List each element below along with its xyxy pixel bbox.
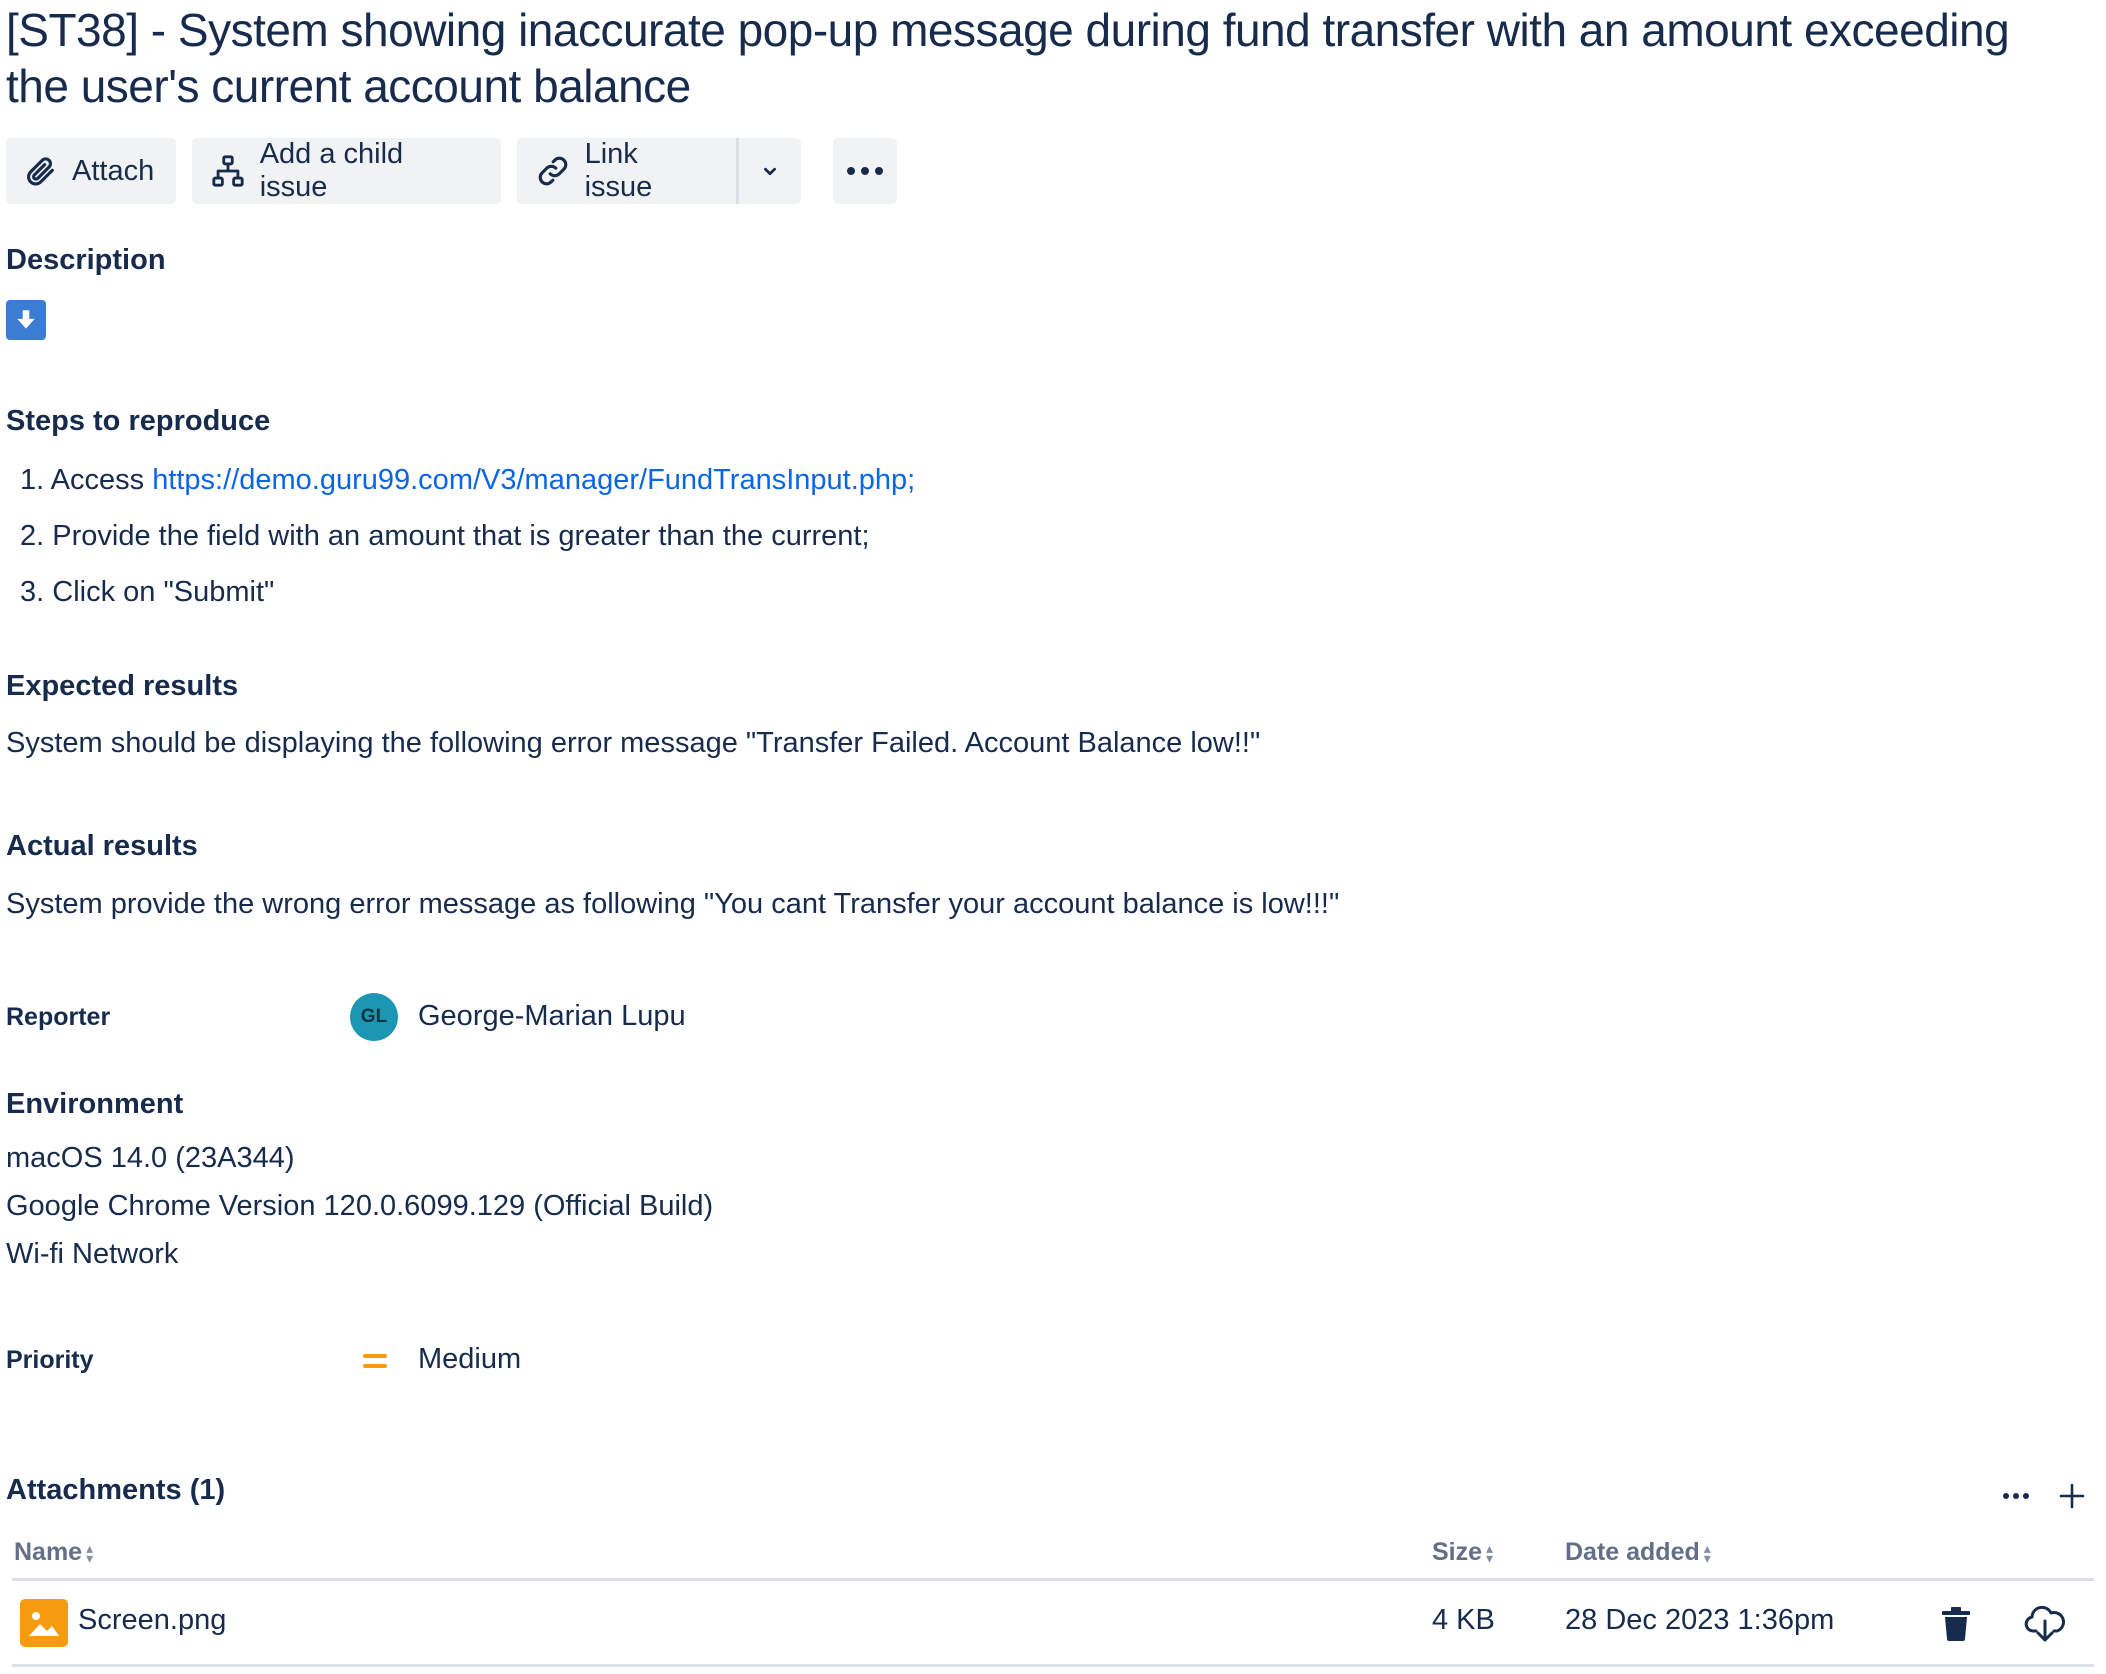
column-header-name[interactable]: Name ▴ ▾ (14, 1538, 93, 1567)
attachment-file-size: 4 KB (1432, 1604, 1495, 1636)
environment-heading: Environment (6, 1088, 184, 1120)
hierarchy-icon (210, 153, 246, 189)
image-file-icon[interactable] (20, 1599, 68, 1647)
priority-value[interactable]: Medium (418, 1343, 521, 1376)
actual-results-heading: Actual results (6, 830, 198, 862)
more-actions-button[interactable] (833, 138, 897, 204)
cloud-download-icon (2024, 1605, 2065, 1642)
sort-icon: ▴ ▾ (1703, 1539, 1711, 1566)
list-item: 1. Access https://demo.guru99.com/V3/man… (20, 464, 916, 496)
fund-transfer-link[interactable]: https://demo.guru99.com/V3/manager/FundT… (152, 464, 915, 496)
attach-button[interactable]: Attach (6, 138, 176, 204)
environment-line: Wi-fi Network (6, 1238, 179, 1270)
more-horizontal-icon (2003, 1493, 2029, 1499)
paperclip-icon (24, 153, 58, 189)
attachment-date-added: 28 Dec 2023 1:36pm (1565, 1604, 1835, 1636)
reporter-name[interactable]: George-Marian Lupu (418, 1000, 686, 1033)
reporter-label: Reporter (6, 1003, 111, 1031)
expected-results-heading: Expected results (6, 670, 239, 702)
attachment-file-name[interactable]: Screen.png (78, 1604, 226, 1637)
download-icon[interactable] (6, 300, 46, 340)
add-child-issue-button[interactable]: Add a child issue (192, 138, 501, 204)
link-issue-dropdown-button[interactable] (736, 138, 801, 204)
chevron-down-icon (764, 167, 776, 176)
more-horizontal-icon (847, 167, 883, 175)
download-attachment-button[interactable] (2021, 1600, 2069, 1648)
attachments-more-button[interactable] (1996, 1476, 2036, 1516)
table-divider (12, 1578, 2094, 1581)
column-header-date[interactable]: Date added ▴ ▾ (1565, 1538, 1711, 1567)
add-child-label: Add a child issue (259, 138, 404, 203)
column-header-size[interactable]: Size ▴ ▾ (1432, 1538, 1493, 1567)
trash-icon (1942, 1607, 1970, 1641)
priority-medium-icon (363, 1354, 387, 1368)
actual-results-text: System provide the wrong error message a… (6, 888, 1340, 920)
avatar[interactable]: GL (350, 993, 398, 1041)
steps-list: 1. Access https://demo.guru99.com/V3/man… (20, 452, 915, 620)
plus-icon (2059, 1483, 2085, 1509)
priority-label: Priority (6, 1346, 94, 1374)
link-issue-button[interactable]: Link issue (517, 138, 736, 204)
sort-icon: ▴ ▾ (86, 1539, 94, 1566)
issue-toolbar: Attach Add a child issue Link issue (6, 138, 897, 204)
environment-line: Google Chrome Version 120.0.6099.129 (Of… (6, 1190, 714, 1222)
environment-line: macOS 14.0 (23A344) (6, 1142, 295, 1174)
link-issue-label: Link issue (584, 138, 653, 203)
attach-label: Attach (72, 154, 155, 187)
list-item: 3. Click on "Submit" (20, 576, 275, 608)
table-divider (12, 1664, 2094, 1667)
add-attachment-button[interactable] (2052, 1476, 2092, 1516)
steps-heading: Steps to reproduce (6, 405, 271, 437)
attachments-heading: Attachments (1) (6, 1474, 226, 1506)
sort-icon: ▴ ▾ (1486, 1539, 1494, 1566)
list-item: 2. Provide the field with an amount that… (20, 520, 870, 552)
link-icon (535, 153, 571, 189)
expected-results-text: System should be displaying the followin… (6, 727, 1261, 759)
description-heading: Description (6, 244, 166, 276)
delete-attachment-button[interactable] (1932, 1600, 1980, 1648)
issue-title: [ST38] - System showing inaccurate pop-u… (6, 4, 2010, 112)
